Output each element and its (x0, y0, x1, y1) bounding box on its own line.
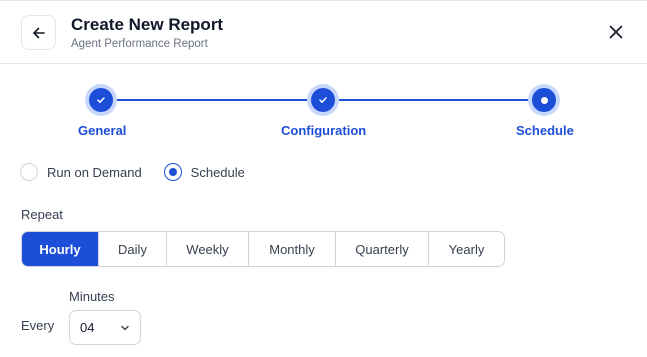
repeat-option-daily[interactable]: Daily (99, 232, 167, 266)
radio-schedule[interactable]: Schedule (163, 163, 245, 181)
repeat-option-weekly[interactable]: Weekly (167, 232, 249, 266)
radio-run-on-demand[interactable]: Run on Demand (20, 163, 142, 181)
arrow-left-icon (32, 27, 45, 38)
header: Create New Report Agent Performance Repo… (0, 1, 647, 64)
step-configuration-indicator[interactable] (311, 88, 335, 112)
step-schedule-indicator[interactable] (532, 88, 556, 112)
close-button[interactable] (605, 21, 627, 43)
step-label-configuration[interactable]: Configuration (281, 123, 366, 138)
run-mode-radio-group: Run on Demand Schedule (20, 163, 267, 181)
radio-label: Run on Demand (47, 164, 142, 180)
current-step-dot (540, 96, 548, 104)
repeat-option-yearly[interactable]: Yearly (429, 232, 504, 266)
step-connector (323, 99, 544, 101)
repeat-option-quarterly[interactable]: Quarterly (336, 232, 429, 266)
check-icon (319, 97, 327, 103)
every-label: Every (21, 318, 55, 333)
minutes-value: 04 (80, 320, 95, 335)
step-connector (101, 99, 323, 101)
chevron-down-icon (121, 325, 129, 331)
stepper: General Configuration Schedule (0, 64, 647, 149)
page-title: Create New Report (71, 15, 224, 34)
close-icon (609, 25, 623, 39)
step-label-schedule[interactable]: Schedule (516, 123, 574, 138)
check-icon (97, 97, 105, 103)
repeat-option-monthly[interactable]: Monthly (249, 232, 336, 266)
minutes-select[interactable]: 04 (69, 310, 141, 345)
radio-button[interactable] (163, 163, 182, 181)
repeat-option-hourly[interactable]: Hourly (22, 232, 99, 266)
minutes-label: Minutes (69, 289, 115, 304)
page-subtitle: Agent Performance Report (71, 38, 208, 50)
step-general-indicator[interactable] (89, 88, 113, 112)
radio-button[interactable] (20, 163, 38, 181)
create-report-panel: Create New Report Agent Performance Repo… (0, 0, 647, 357)
step-label-general[interactable]: General (78, 123, 126, 138)
repeat-label: Repeat (21, 207, 63, 222)
back-button[interactable] (21, 15, 56, 50)
repeat-segmented-control: Hourly Daily Weekly Monthly Quarterly Ye… (21, 231, 505, 267)
radio-label: Schedule (190, 164, 245, 180)
